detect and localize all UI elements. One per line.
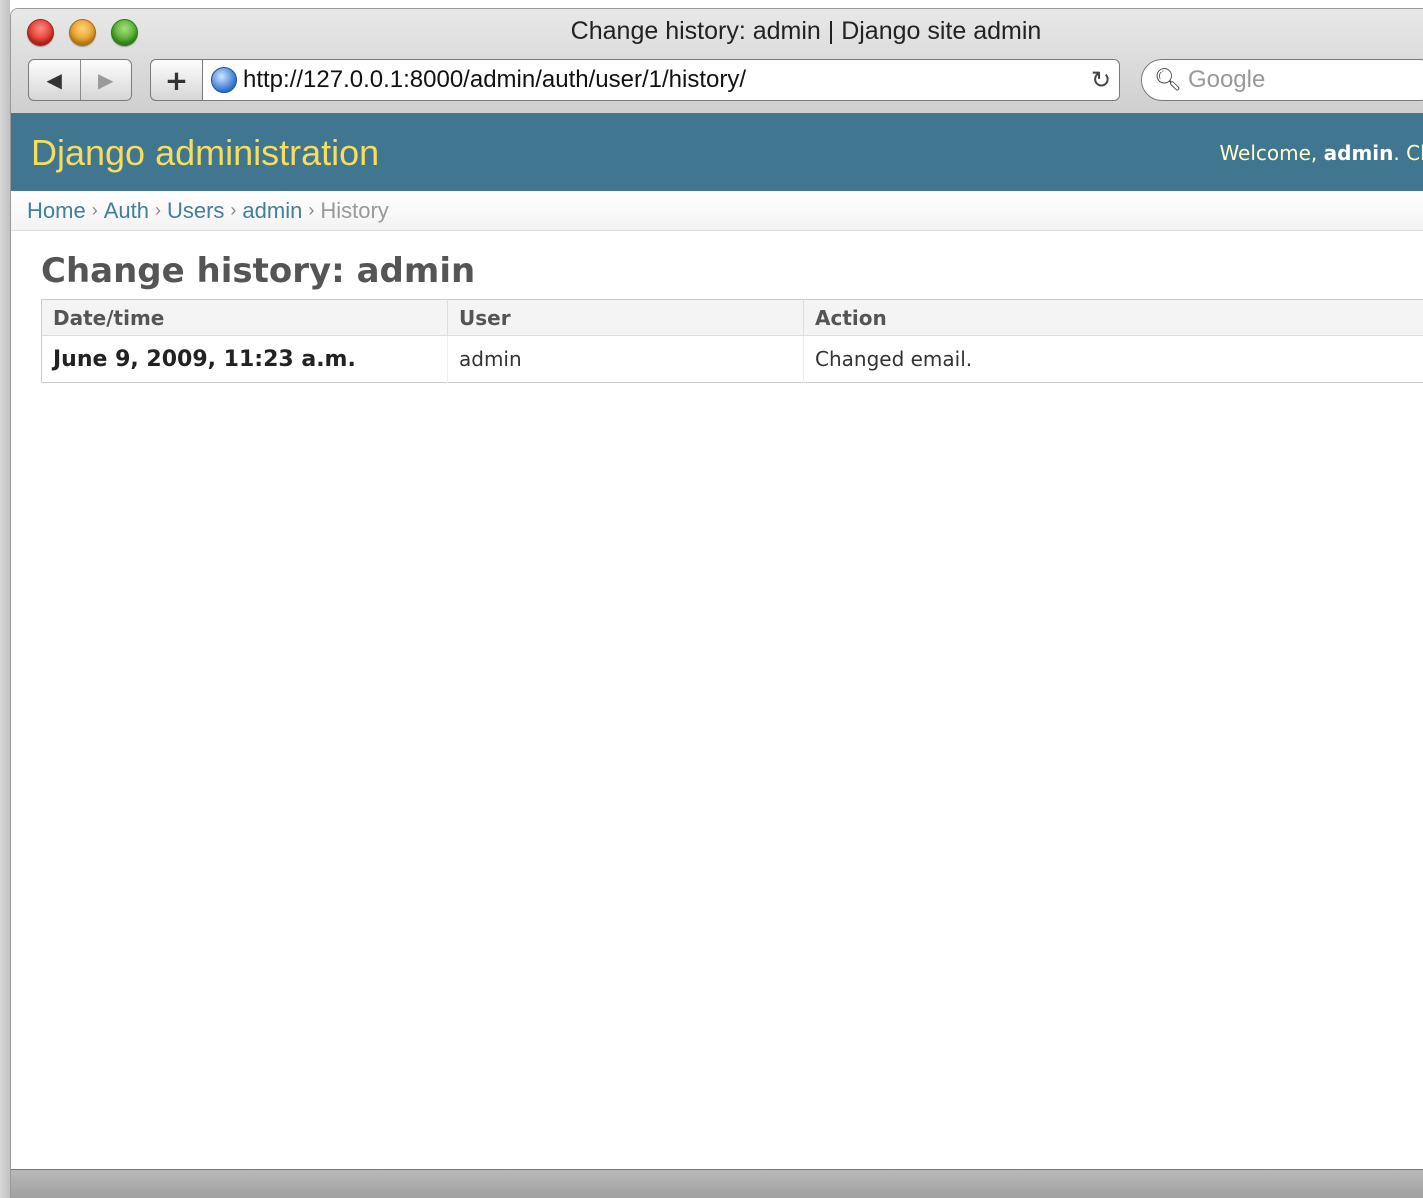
nav-buttons: ◀ ▶ <box>28 59 132 101</box>
user-tools: Welcome, admin. Change password <box>1219 141 1423 165</box>
welcome-text: Welcome, <box>1219 140 1324 165</box>
breadcrumb-users[interactable]: Users <box>167 198 224 224</box>
search-icon: 🔍︎ <box>1154 67 1182 93</box>
site-branding[interactable]: Django administration <box>31 132 379 174</box>
add-bookmark-button[interactable]: + <box>150 59 202 101</box>
desktop-backdrop <box>0 0 10 1198</box>
breadcrumb: Home › Auth › Users › admin › History <box>11 191 1423 231</box>
browser-window: Change history: admin | Django site admi… <box>10 8 1423 1198</box>
site-header: Django administration Welcome, admin. Ch… <box>11 114 1423 191</box>
page-title: Change history: admin <box>41 251 476 291</box>
breadcrumb-home[interactable]: Home <box>27 198 86 224</box>
globe-icon <box>211 67 237 93</box>
breadcrumb-separator: › <box>154 200 161 220</box>
minimize-window-button[interactable] <box>69 19 96 46</box>
reload-icon[interactable]: ↻ <box>1083 66 1119 94</box>
status-bar <box>11 1169 1423 1198</box>
window-title: Change history: admin | Django site admi… <box>570 17 1042 45</box>
change-password-link[interactable]: . Change password <box>1393 141 1423 165</box>
breadcrumb-separator: › <box>308 200 315 220</box>
history-datetime: June 9, 2009, 11:23 a.m. <box>41 335 448 383</box>
back-button[interactable]: ◀ <box>29 60 80 100</box>
close-window-button[interactable] <box>27 19 54 46</box>
breadcrumb-history: History <box>320 197 389 223</box>
browser-toolbar: Change history: admin | Django site admi… <box>11 9 1423 114</box>
breadcrumb-separator: › <box>230 200 237 220</box>
breadcrumb-admin[interactable]: admin <box>242 198 302 224</box>
history-action: Changed email. <box>803 335 1423 383</box>
history-table: Date/time User Action June 9, 2009, 11:2… <box>41 299 1423 383</box>
search-box[interactable]: 🔍︎ <box>1141 59 1423 101</box>
column-header-datetime: Date/time <box>41 299 448 336</box>
table-header-row: Date/time User Action <box>41 299 1423 336</box>
column-header-user: User <box>447 299 804 336</box>
column-header-action: Action <box>803 299 1423 336</box>
search-input[interactable] <box>1187 66 1408 94</box>
table-row: June 9, 2009, 11:23 a.m. admin Changed e… <box>41 335 1423 383</box>
address-bar[interactable]: http://127.0.0.1:8000/admin/auth/user/1/… <box>202 59 1120 101</box>
url-text[interactable]: http://127.0.0.1:8000/admin/auth/user/1/… <box>243 66 1083 94</box>
username: admin <box>1323 140 1394 165</box>
history-user: admin <box>447 335 804 383</box>
forward-button[interactable]: ▶ <box>79 60 132 100</box>
breadcrumb-separator: › <box>91 200 98 220</box>
zoom-window-button[interactable] <box>111 19 138 46</box>
page-content: Django administration Welcome, admin. Ch… <box>11 114 1423 1169</box>
breadcrumb-auth[interactable]: Auth <box>104 198 149 224</box>
